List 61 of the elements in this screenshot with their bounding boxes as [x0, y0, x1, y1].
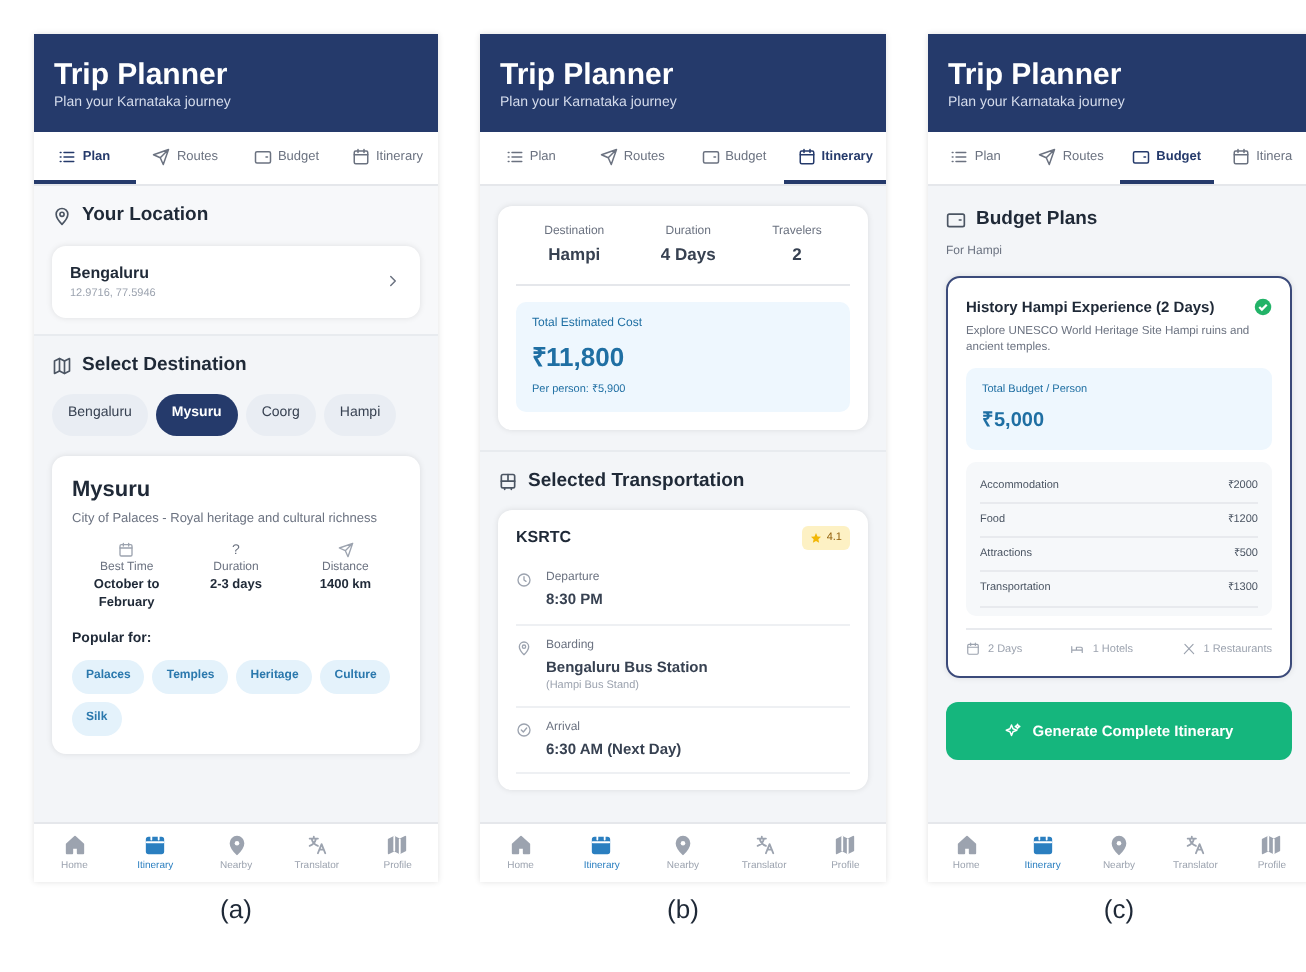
wallet-icon — [946, 210, 966, 231]
location-name: Bengaluru — [70, 261, 152, 285]
map-icon — [834, 833, 857, 855]
translate-icon — [753, 833, 776, 855]
list-icon — [58, 147, 77, 166]
calendar-icon — [1232, 147, 1251, 166]
operator-name: KSRTC — [516, 526, 572, 551]
app-title: Trip Planner — [948, 58, 1124, 94]
calendar-icon — [352, 147, 370, 166]
paper-plane-icon — [599, 147, 618, 166]
figure-caption: (c) — [1103, 892, 1135, 928]
section-heading: Select Destination — [82, 351, 247, 380]
bed-icon — [1070, 642, 1085, 657]
section-heading: Selected Transportation — [528, 467, 745, 496]
calendar-icon — [797, 147, 816, 166]
app-title: Trip Planner — [500, 58, 676, 94]
chevron-right-icon — [384, 272, 402, 291]
check-circle-icon — [1254, 297, 1272, 316]
section-heading: Your Location — [82, 202, 209, 231]
map-icon — [1260, 833, 1283, 855]
location-pin-icon — [225, 833, 248, 855]
calendar-icon — [118, 542, 135, 559]
summary-value: 2 — [790, 242, 804, 268]
paper-plane-icon — [337, 542, 354, 559]
app-title: Trip Planner — [54, 58, 230, 94]
paper-plane-icon — [152, 147, 171, 166]
calendar-icon — [144, 833, 167, 855]
map-icon — [52, 355, 72, 376]
total-amount: ₹5,000 — [982, 407, 1047, 436]
calendar-icon — [966, 642, 980, 657]
destination-name: Mysuru — [72, 475, 153, 505]
clock-icon — [516, 572, 532, 589]
section-heading: Budget Plans — [976, 206, 1098, 235]
location-pin-icon — [52, 206, 72, 227]
bus-icon — [498, 471, 518, 492]
wallet-icon — [1132, 147, 1151, 166]
calendar-icon — [590, 833, 613, 855]
figure-caption: (a) — [220, 892, 252, 928]
budget-plan-card[interactable] — [946, 275, 1292, 678]
paper-plane-icon — [1038, 147, 1057, 166]
star-icon — [810, 532, 823, 545]
calendar-icon — [1031, 833, 1054, 855]
list-icon — [505, 147, 524, 166]
check-circle-icon — [516, 722, 532, 738]
list-icon — [950, 147, 969, 166]
cost-amount: ₹11,800 — [532, 340, 627, 376]
map-icon — [386, 833, 409, 855]
location-pin-icon — [516, 639, 532, 655]
wallet-icon — [253, 147, 272, 166]
translate-icon — [1184, 833, 1207, 855]
home-icon — [955, 833, 978, 855]
home-icon — [509, 833, 532, 855]
wallet-icon — [701, 147, 720, 166]
summary-value: Hampi — [546, 242, 603, 268]
home-icon — [63, 833, 86, 855]
translate-icon — [305, 833, 328, 855]
figure-caption: (b) — [667, 892, 699, 928]
summary-value: 4 Days — [658, 242, 718, 268]
location-pin-icon — [671, 833, 694, 855]
location-pin-icon — [1108, 833, 1130, 855]
sparkle-icon — [1004, 722, 1023, 740]
